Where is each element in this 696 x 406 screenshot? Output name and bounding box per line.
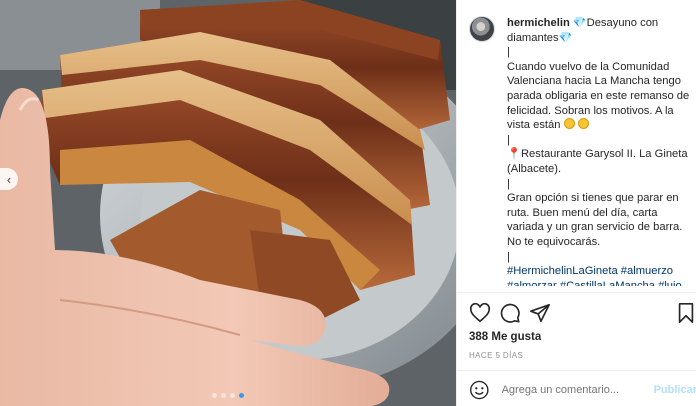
avatar[interactable] bbox=[469, 16, 495, 42]
comment-input[interactable] bbox=[501, 384, 644, 396]
photo-illustration bbox=[0, 0, 456, 406]
caption: hermichelin 💎Desayuno con diamantes💎 | C… bbox=[507, 16, 693, 286]
post-image: ‹ bbox=[0, 0, 456, 406]
caption-line-3: Cuando vuelvo de la Comunidad Valenciana… bbox=[507, 60, 690, 132]
diamond-icon: 💎 bbox=[558, 31, 573, 44]
carousel-dot bbox=[230, 393, 235, 398]
carousel-dots bbox=[0, 393, 456, 398]
heart-icon[interactable] bbox=[469, 302, 491, 324]
publish-button[interactable]: Publicar bbox=[654, 384, 696, 396]
bookmark-icon[interactable] bbox=[675, 302, 696, 324]
divider bbox=[457, 292, 696, 293]
caption-line-4: | bbox=[507, 133, 510, 146]
hashtags[interactable]: #HermichelinLaGineta #almuerzo #almorzar… bbox=[507, 264, 693, 286]
username-link[interactable]: hermichelin bbox=[507, 17, 570, 29]
carousel-dot bbox=[212, 393, 217, 398]
laughing-emoji-icon bbox=[577, 118, 589, 130]
carousel-dot-active bbox=[239, 393, 244, 398]
post-caption-block: hermichelin 💎Desayuno con diamantes💎 | C… bbox=[469, 16, 693, 286]
likes-count[interactable]: 388 Me gusta bbox=[469, 331, 541, 343]
caption-line-5: Restaurante Garysol II. La Gineta (Albac… bbox=[507, 148, 688, 175]
diamond-icon: 💎 bbox=[572, 17, 587, 29]
pin-icon: 📍 bbox=[507, 148, 521, 161]
comment-icon[interactable] bbox=[499, 302, 521, 324]
action-bar bbox=[469, 302, 695, 326]
caption-line-8: | bbox=[507, 250, 510, 263]
share-icon[interactable] bbox=[529, 302, 551, 324]
post-time: HACE 5 DÍAS bbox=[469, 351, 524, 360]
caption-line-7: Gran opción si tienes que parar en ruta.… bbox=[507, 192, 683, 248]
carousel-dot bbox=[221, 393, 226, 398]
chevron-left-icon: ‹ bbox=[6, 171, 12, 187]
post-sidebar: hermichelin 💎Desayuno con diamantes💎 | C… bbox=[456, 0, 696, 406]
emoji-icon[interactable] bbox=[469, 379, 490, 401]
divider bbox=[457, 370, 696, 371]
caption-line-6: | bbox=[507, 177, 510, 190]
comment-form: Publicar bbox=[469, 378, 696, 402]
caption-line-2: | bbox=[507, 46, 510, 59]
laughing-emoji-icon bbox=[563, 118, 575, 130]
